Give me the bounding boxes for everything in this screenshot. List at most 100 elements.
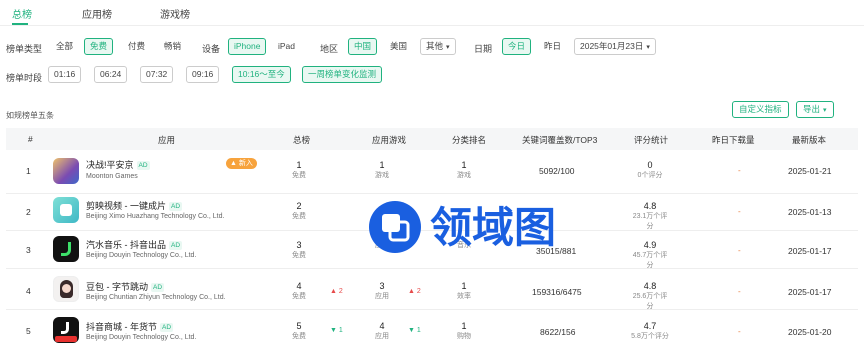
keyword-coverage: 159316/6475	[532, 287, 582, 297]
region-other-select[interactable]: 其他 ▾	[420, 38, 456, 55]
row-index: 1	[26, 166, 31, 176]
ad-tag: AD	[151, 283, 165, 292]
time-slot-3[interactable]: 07:32	[140, 66, 174, 83]
app-developer: Moonton Games	[86, 173, 138, 180]
type-all[interactable]: 全部	[50, 38, 79, 55]
export-button[interactable]: 导出 ▾	[796, 101, 834, 118]
row-index: 2	[26, 207, 31, 217]
tab-active-indicator	[12, 23, 28, 25]
new-entry-badge: ▲ 新入	[226, 158, 257, 169]
region-us[interactable]: 美国	[384, 38, 413, 55]
tab-apps[interactable]: 应用榜	[82, 6, 112, 21]
col-downloads: 昨日下载量	[712, 135, 755, 145]
ad-tag: AD	[169, 202, 183, 211]
time-slot-active[interactable]: 10:16～至今	[232, 66, 291, 83]
date-picker[interactable]: 2025年01月23日 ▾	[574, 38, 656, 55]
total-rank: 4 免费	[292, 281, 306, 300]
col-keywords: 关键词覆盖数/TOP3	[522, 135, 598, 145]
region-other-label: 其他	[426, 41, 444, 51]
total-rank: 3 免费	[292, 240, 306, 259]
row-divider	[6, 268, 858, 269]
ranking-tabs: 总榜 应用榜 游戏榜	[0, 0, 864, 26]
latest-version: 2025-01-17	[788, 287, 832, 297]
total-rank: 2 免费	[292, 201, 306, 220]
time-slot-label: 榜单时段	[6, 73, 43, 83]
category-rank: 1 游戏	[457, 160, 471, 179]
app-trend-up: ▲ 2	[408, 288, 421, 295]
export-label: 导出	[803, 104, 821, 114]
date-label: 日期	[474, 44, 493, 54]
type-grossing[interactable]: 畅销	[158, 38, 187, 55]
music-note-icon	[61, 242, 71, 256]
col-app-game: 应用游戏	[372, 135, 407, 145]
rating: 4.8 25.6万个评分	[632, 281, 668, 310]
chevron-down-icon: ▾	[646, 44, 650, 51]
custom-columns-button[interactable]: 自定义指标	[732, 101, 789, 118]
app-developer: Beijing Ximo Huazhang Technology Co., Lt…	[86, 213, 225, 220]
col-version: 最新版本	[792, 135, 827, 145]
chevron-down-icon: ▾	[446, 44, 450, 51]
device-ipad[interactable]: iPad	[272, 38, 301, 55]
time-slot-2[interactable]: 06:24	[94, 66, 128, 83]
tiktok-icon	[61, 322, 69, 334]
app-icon[interactable]	[53, 197, 79, 223]
device-iphone[interactable]: iPhone	[228, 38, 267, 55]
keyword-coverage: 5092/100	[539, 166, 575, 176]
app-name[interactable]: 抖音商城 - 年货节 AD	[86, 320, 174, 333]
keyword-coverage: 8622/156	[540, 327, 576, 337]
type-paid[interactable]: 付费	[122, 38, 151, 55]
rating: 4.7 5.8万个评分	[631, 321, 669, 340]
latest-version: 2025-01-13	[788, 207, 832, 217]
row-divider	[6, 309, 858, 310]
yesterday-downloads: -	[738, 327, 741, 336]
total-rank: 5 免费	[292, 321, 306, 340]
app-icon[interactable]	[53, 276, 79, 302]
row-index: 4	[26, 286, 31, 296]
app-icon[interactable]	[53, 236, 79, 262]
app-name[interactable]: 汽水音乐 - 抖音出品 AD	[86, 238, 183, 251]
col-category-rank: 分类排名	[452, 135, 487, 145]
total-count-text: 如规榜单五条	[6, 111, 54, 120]
app-game-rank: 3 应用	[375, 281, 389, 300]
yesterday-downloads: -	[738, 287, 741, 296]
play-icon	[60, 204, 72, 216]
time-slot-4[interactable]: 09:16	[186, 66, 220, 83]
date-yesterday[interactable]: 昨日	[538, 38, 567, 55]
watermark-text: 领域图	[430, 203, 556, 252]
list-type-label: 榜单类型	[6, 44, 43, 54]
category-rank: 1 效率	[457, 281, 471, 300]
type-free[interactable]: 免费	[84, 38, 114, 55]
col-app: 应用	[158, 135, 176, 145]
app-game-rank: 4 应用	[375, 321, 389, 340]
app-icon[interactable]	[53, 317, 79, 343]
region-china[interactable]: 中国	[348, 38, 378, 55]
time-slot-1[interactable]: 01:16	[48, 66, 82, 83]
weekly-monitor-button[interactable]: 一周榜单变化监测	[302, 66, 383, 83]
app-game-rank: 1 游戏	[375, 160, 389, 179]
col-total: 总榜	[293, 135, 311, 145]
yesterday-downloads: -	[738, 246, 741, 255]
app-name[interactable]: 剪映视频 - 一键成片 AD	[86, 199, 183, 212]
tab-total[interactable]: 总榜	[12, 6, 32, 21]
rating: 4.9 45.7万个评分	[632, 240, 668, 269]
ad-tag: AD	[136, 161, 150, 170]
date-today[interactable]: 今日	[502, 38, 532, 55]
col-index: #	[28, 134, 33, 144]
latest-version: 2025-01-21	[788, 166, 832, 176]
tab-games[interactable]: 游戏榜	[160, 6, 190, 21]
row-index: 3	[26, 245, 31, 255]
app-name[interactable]: 豆包 - 字节跳动 AD	[86, 280, 165, 293]
festival-strip	[55, 336, 77, 342]
rating: 4.8 23.1万个评分	[632, 201, 668, 230]
app-name[interactable]: 决战!平安京 AD	[86, 158, 150, 171]
chevron-down-icon: ▾	[823, 107, 827, 114]
ad-tag: AD	[169, 241, 183, 250]
ad-tag: AD	[160, 323, 174, 332]
watermark-logo: 领域图	[369, 201, 556, 253]
latest-version: 2025-01-17	[788, 246, 832, 256]
app-developer: Beijing Douyin Technology Co., Ltd.	[86, 334, 197, 341]
total-rank: 1 免费	[292, 160, 306, 179]
app-developer: Beijing Douyin Technology Co., Ltd.	[86, 252, 197, 259]
app-icon[interactable]	[53, 158, 79, 184]
region-label: 地区	[320, 44, 339, 54]
